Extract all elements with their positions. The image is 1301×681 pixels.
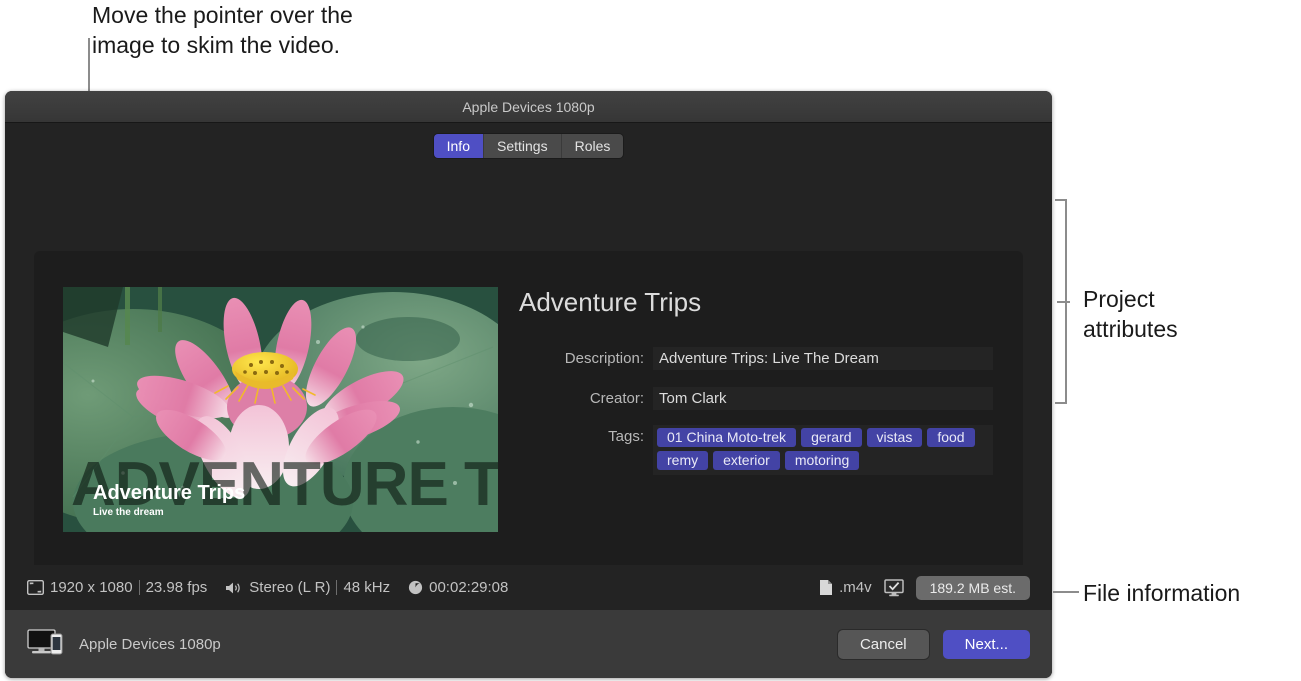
framerate-value: 23.98 fps — [145, 579, 208, 596]
tag-pill[interactable]: motoring — [784, 451, 860, 470]
field-tags: Tags: 01 China Moto-trek gerard vistas f… — [531, 425, 993, 475]
document-icon — [819, 579, 833, 596]
file-size-badge[interactable]: 189.2 MB est. — [915, 575, 1030, 600]
lotus-flower-preview-image: ADVENTURE TRIPS Adventure Trips Live the… — [63, 287, 498, 532]
tag-pill[interactable]: gerard — [801, 428, 862, 447]
cancel-button[interactable]: Cancel — [837, 629, 929, 659]
file-extension-value: .m4v — [839, 579, 872, 596]
divider — [138, 580, 140, 595]
device-label: Apple Devices 1080p — [79, 635, 221, 653]
divider — [336, 580, 338, 595]
page-title: Adventure Trips — [519, 287, 702, 317]
audio-info-group: Stereo (L R) 48 kHz — [225, 579, 390, 596]
tab-bar: Info Settings Roles — [5, 123, 1052, 165]
display-check-icon[interactable] — [883, 578, 904, 597]
next-button[interactable]: Next... — [942, 629, 1030, 659]
video-preview-thumbnail[interactable]: ADVENTURE TRIPS Adventure Trips Live the… — [63, 287, 498, 532]
tag-pill[interactable]: remy — [657, 451, 709, 470]
creator-input[interactable]: Tom Clark — [653, 387, 993, 410]
frame-size-icon — [27, 580, 44, 595]
file-type-group: .m4v — [819, 579, 872, 596]
video-info-group: 1920 x 1080 23.98 fps — [27, 579, 207, 596]
svg-text:Adventure Trips: Adventure Trips — [93, 482, 245, 504]
tag-pill[interactable]: food — [927, 428, 975, 447]
tags-label: Tags: — [608, 428, 644, 445]
dialog-footer: Apple Devices 1080p Cancel Next... — [5, 610, 1052, 678]
duration-group: 00:02:29:08 — [408, 579, 508, 596]
callout-skim-video: Move the pointer over the image to skim … — [92, 2, 353, 58]
description-label: Description: — [564, 350, 644, 367]
window-title: Apple Devices 1080p — [462, 98, 595, 115]
speaker-icon — [225, 581, 243, 595]
bracket-tick-project-attributes — [1057, 301, 1070, 303]
duration-value: 00:02:29:08 — [429, 579, 509, 596]
field-creator: Creator: Tom Clark — [531, 387, 993, 410]
tag-pill[interactable]: exterior — [713, 451, 780, 470]
resolution-value: 1920 x 1080 — [50, 579, 133, 596]
description-input[interactable]: Adventure Trips: Live The Dream — [653, 347, 993, 370]
field-description: Description: Adventure Trips: Live The D… — [531, 347, 993, 370]
apple-devices-icon — [27, 628, 67, 661]
destination-device: Apple Devices 1080p — [27, 628, 221, 661]
svg-text:Live the dream: Live the dream — [93, 507, 164, 518]
leader-line-file-information — [1053, 591, 1079, 593]
creator-label: Creator: — [589, 390, 644, 407]
tags-input[interactable]: 01 China Moto-trek gerard vistas food re… — [653, 425, 993, 475]
tab-settings[interactable]: Settings — [483, 134, 562, 158]
tab-roles[interactable]: Roles — [561, 134, 624, 158]
clock-icon — [408, 580, 423, 595]
file-information-bar: 1920 x 1080 23.98 fps Stereo (L R) 48 kH… — [5, 565, 1052, 610]
segmented-control: Info Settings Roles — [433, 134, 624, 158]
tag-pill[interactable]: 01 China Moto-trek — [657, 428, 797, 447]
window-title-bar: Apple Devices 1080p — [5, 91, 1052, 123]
tag-pill[interactable]: vistas — [866, 428, 923, 447]
tab-info[interactable]: Info — [433, 134, 484, 158]
callout-file-information: File information — [1083, 580, 1241, 606]
sample-rate-value: 48 kHz — [343, 579, 391, 596]
audio-channels-value: Stereo (L R) — [249, 579, 331, 596]
export-dialog-window: Apple Devices 1080p Info Settings Roles — [5, 91, 1052, 678]
callout-project-attributes: Project attributes — [1083, 286, 1178, 342]
